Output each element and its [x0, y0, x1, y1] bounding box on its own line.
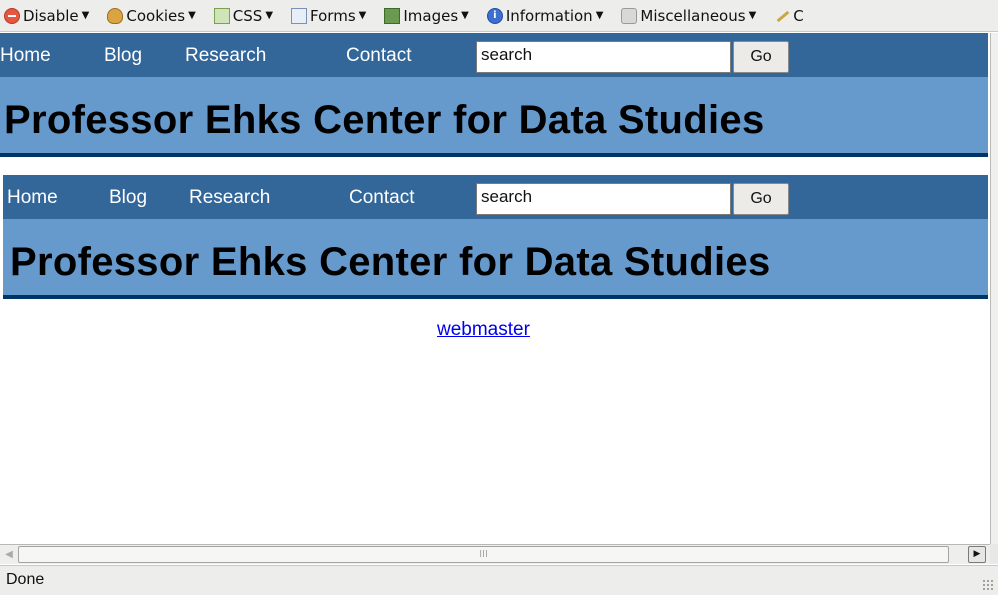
- menu-miscellaneous[interactable]: Miscellaneous ▼: [621, 7, 756, 25]
- menu-images[interactable]: Images ▼: [384, 7, 469, 25]
- menu-css-label: CSS: [232, 6, 263, 25]
- go-button[interactable]: Go: [733, 183, 789, 215]
- scroll-right-button[interactable]: ▶: [950, 546, 988, 563]
- forms-icon: [291, 7, 308, 24]
- scrollbar-corner: [990, 544, 998, 564]
- nav-research-link[interactable]: Research: [185, 45, 266, 67]
- chevron-down-icon: ▼: [595, 10, 604, 21]
- site-title: Professor Ehks Center for Data Studies: [3, 219, 988, 299]
- menu-information[interactable]: i Information ▼: [486, 6, 604, 25]
- nav-bar: Home Blog Research Contact search Go: [0, 33, 988, 77]
- site-block-1: Home Blog Research Contact search Go Pro…: [0, 33, 988, 157]
- chevron-down-icon: ▼: [358, 10, 367, 21]
- chevron-down-icon: ▼: [265, 10, 274, 21]
- nav-contact-link[interactable]: Contact: [346, 45, 411, 67]
- css-icon: [213, 7, 230, 24]
- outline-icon: [774, 8, 790, 24]
- web-developer-toolbar: Disable ▼ Cookies ▼ CSS ▼ Forms ▼ Images…: [0, 0, 998, 32]
- go-button[interactable]: Go: [733, 41, 789, 73]
- menu-miscellaneous-label: Miscellaneous: [640, 6, 746, 25]
- nav-home-link[interactable]: Home: [7, 187, 58, 209]
- page-viewport: Home Blog Research Contact search Go Pro…: [0, 33, 990, 544]
- scroll-right-icon: ▶: [968, 546, 986, 563]
- status-bar: Done: [0, 565, 998, 595]
- disable-icon: [4, 7, 20, 24]
- nav-home-link[interactable]: Home: [0, 45, 51, 67]
- chevron-down-icon: ▼: [748, 10, 757, 21]
- resize-grip-icon[interactable]: [982, 579, 994, 591]
- menu-information-label: Information: [505, 6, 593, 25]
- menu-forms[interactable]: Forms ▼: [291, 7, 366, 25]
- nav-contact-link[interactable]: Contact: [349, 187, 414, 209]
- menu-disable-label: Disable: [23, 6, 79, 25]
- menu-images-label: Images: [403, 6, 459, 25]
- webmaster-link[interactable]: webmaster: [437, 319, 530, 341]
- menu-forms-label: Forms: [310, 6, 356, 25]
- nav-blog-link[interactable]: Blog: [104, 45, 142, 67]
- site-title: Professor Ehks Center for Data Studies: [0, 77, 988, 157]
- chevron-down-icon: ▼: [461, 10, 469, 21]
- miscellaneous-icon: [621, 7, 638, 24]
- menu-outline[interactable]: C: [774, 7, 803, 25]
- chevron-down-icon: ▼: [81, 10, 90, 21]
- status-text: Done: [6, 571, 45, 588]
- scrollbar-thumb[interactable]: III: [18, 546, 949, 563]
- menu-cookies[interactable]: Cookies ▼: [107, 6, 196, 25]
- cookies-icon: [107, 7, 124, 24]
- menu-css[interactable]: CSS ▼: [213, 6, 274, 25]
- images-icon: [384, 7, 401, 24]
- search-input[interactable]: search: [476, 41, 731, 73]
- nav-bar: Home Blog Research Contact search Go: [3, 175, 988, 219]
- search-input[interactable]: search: [476, 183, 731, 215]
- site-block-2: Home Blog Research Contact search Go Pro…: [3, 175, 988, 299]
- chevron-down-icon: ▼: [188, 10, 196, 21]
- scroll-left-icon[interactable]: ◀: [1, 546, 17, 563]
- menu-outline-label: C: [793, 6, 804, 25]
- information-icon: i: [486, 7, 503, 24]
- menu-cookies-label: Cookies: [126, 6, 186, 25]
- horizontal-scrollbar[interactable]: ◀ III ▶: [0, 544, 990, 564]
- nav-research-link[interactable]: Research: [189, 187, 270, 209]
- vertical-scrollbar[interactable]: [990, 33, 998, 544]
- menu-disable[interactable]: Disable ▼: [4, 7, 89, 25]
- nav-blog-link[interactable]: Blog: [109, 187, 147, 209]
